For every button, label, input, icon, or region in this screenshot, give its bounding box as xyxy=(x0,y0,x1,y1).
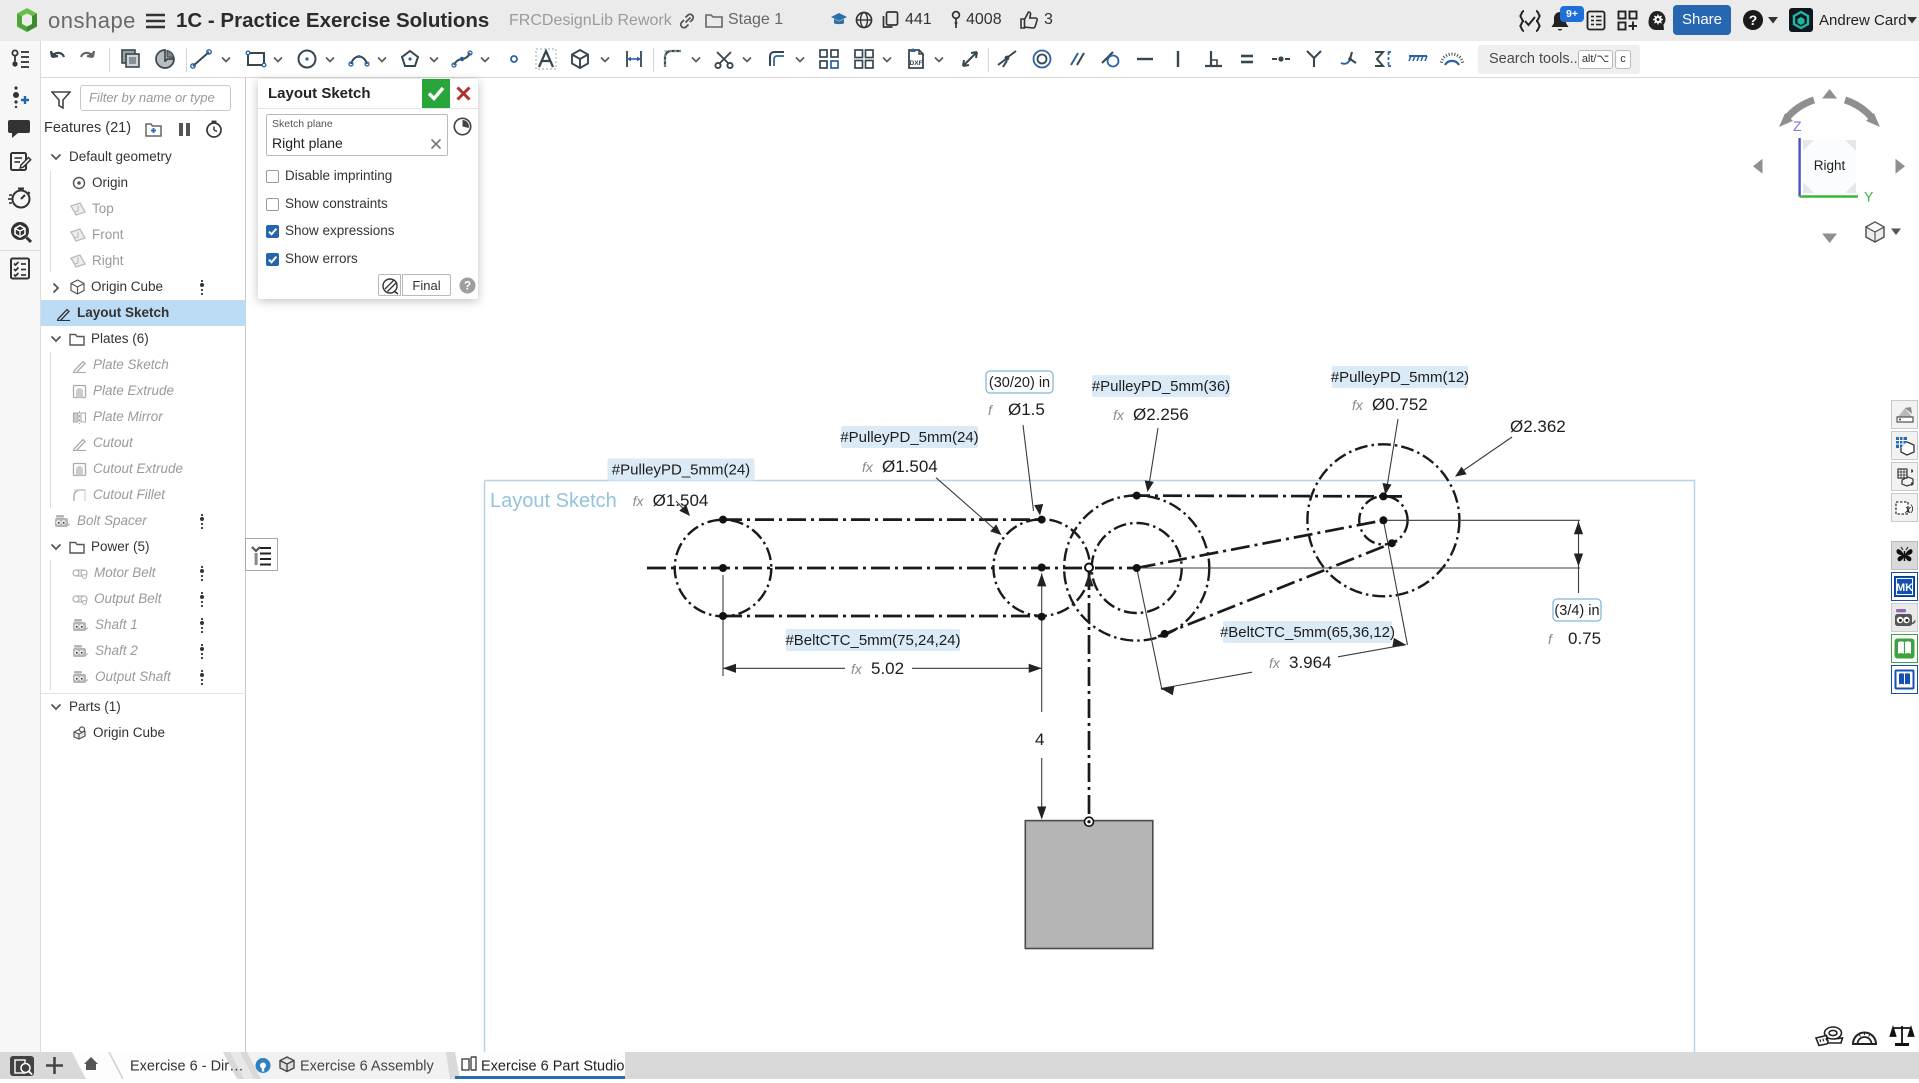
svg-text:Ø1.504: Ø1.504 xyxy=(882,457,938,476)
svg-text:#PulleyPD_5mm(24): #PulleyPD_5mm(24) xyxy=(840,429,978,446)
svg-text:): ) xyxy=(1910,503,1913,513)
svg-text:Y: Y xyxy=(1864,189,1874,205)
svg-text:3.964: 3.964 xyxy=(1289,653,1332,672)
svg-text:Ø0.752: Ø0.752 xyxy=(1372,395,1428,414)
svg-text:MK: MK xyxy=(1896,582,1913,594)
svg-text:#PulleyPD_5mm(24): #PulleyPD_5mm(24) xyxy=(612,462,750,479)
svg-text:Ø2.362: Ø2.362 xyxy=(1510,417,1566,436)
svg-text:Ø1.5: Ø1.5 xyxy=(1008,400,1045,419)
svg-text:#PulleyPD_5mm(36): #PulleyPD_5mm(36) xyxy=(1092,378,1230,395)
svg-text:4: 4 xyxy=(1035,730,1044,749)
svg-text:fx: fx xyxy=(1352,397,1364,413)
svg-text:fx: fx xyxy=(1269,655,1281,671)
svg-text:0.75: 0.75 xyxy=(1568,629,1601,648)
svg-text:f: f xyxy=(988,402,994,418)
svg-text:fx: fx xyxy=(1113,407,1125,423)
svg-text:Layout Sketch: Layout Sketch xyxy=(490,490,617,512)
svg-text:5.02: 5.02 xyxy=(871,659,904,678)
svg-text:Z: Z xyxy=(1793,118,1802,134)
svg-text:fx: fx xyxy=(633,493,645,509)
svg-text:f: f xyxy=(1548,631,1554,647)
svg-text:#BeltCTC_5mm(75,24,24): #BeltCTC_5mm(75,24,24) xyxy=(785,632,960,649)
svg-text:?: ? xyxy=(464,281,471,293)
svg-text:#PulleyPD_5mm(12): #PulleyPD_5mm(12) xyxy=(1331,369,1469,386)
svg-text:(3/4) in: (3/4) in xyxy=(1554,603,1599,619)
svg-text:Right: Right xyxy=(1814,158,1846,173)
svg-text:#BeltCTC_5mm(65,36,12): #BeltCTC_5mm(65,36,12) xyxy=(1220,624,1395,641)
svg-text:Ø2.256: Ø2.256 xyxy=(1133,405,1189,424)
svg-text:fx: fx xyxy=(851,661,863,677)
svg-text:Ø1.504: Ø1.504 xyxy=(653,491,709,510)
svg-text:(30/20) in: (30/20) in xyxy=(989,375,1050,391)
svg-text:fx: fx xyxy=(862,459,874,475)
